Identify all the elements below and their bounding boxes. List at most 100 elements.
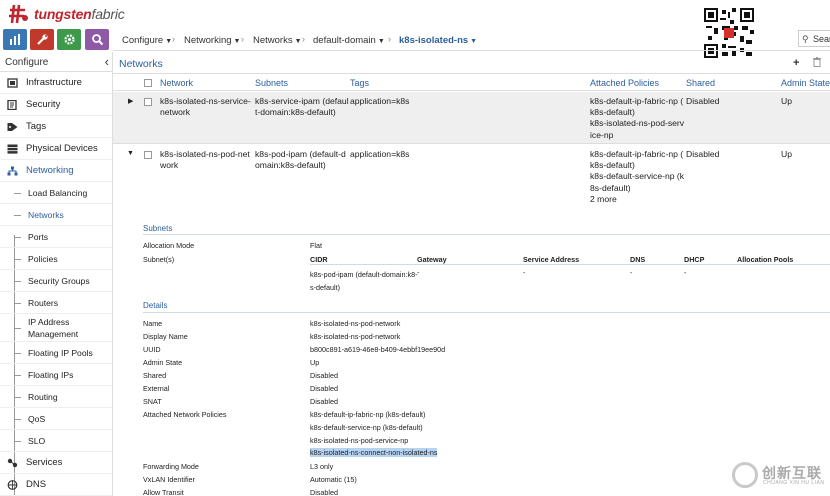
breadcrumb-separator: › bbox=[241, 34, 244, 44]
sidebar-item-qos[interactable]: QoS bbox=[0, 408, 112, 430]
cell-shared: Disabled bbox=[686, 96, 720, 106]
delete-trash-icon[interactable] bbox=[813, 57, 821, 67]
field-value: k8s-isolated-ns-pod-network bbox=[310, 319, 401, 328]
sidebar-item-tags[interactable]: Tags bbox=[0, 116, 112, 138]
expand-row-icon[interactable]: ▶ bbox=[128, 97, 133, 105]
sidebar-item-dns[interactable]: DNS bbox=[0, 474, 112, 496]
row-checkbox[interactable] bbox=[144, 151, 152, 159]
add-network-icon[interactable]: + bbox=[793, 57, 799, 69]
column-header-admin-state[interactable]: Admin State bbox=[781, 78, 830, 88]
subnet-cidr-value: k8s-pod-ipam (default-domain:k8- s-defaul… bbox=[310, 270, 418, 292]
column-header-subnets[interactable]: Subnets bbox=[255, 78, 288, 88]
column-header-attached-policies[interactable]: Attached Policies bbox=[590, 78, 659, 88]
sidebar-item-security-groups[interactable]: Security Groups bbox=[0, 270, 112, 292]
wrench-icon bbox=[36, 34, 48, 45]
tungstenfabric-logo-icon[interactable] bbox=[8, 3, 30, 25]
field-label: SNAT bbox=[143, 397, 162, 406]
attached-policy-item: k8s-isolated-ns-pod-service-np bbox=[310, 436, 409, 445]
subnet-col-cidr: CIDR bbox=[310, 255, 328, 264]
brand-logo-text[interactable]: tungstenfabric bbox=[34, 6, 125, 22]
column-header-shared[interactable]: Shared bbox=[686, 78, 715, 88]
cell-network: k8s-isolated-ns-service-network bbox=[160, 96, 251, 118]
subnet-gateway-value: - bbox=[417, 268, 420, 277]
attached-policies-label: Attached Network Policies bbox=[143, 410, 227, 419]
configure-module-button[interactable] bbox=[30, 29, 54, 50]
sidebar-item-services[interactable]: Services bbox=[0, 452, 112, 474]
chevron-down-icon: ▼ bbox=[470, 38, 478, 45]
table-row[interactable]: ▼ k8s-isolated-ns-pod-net work k8s-pod-ip… bbox=[113, 145, 830, 211]
select-all-checkbox[interactable] bbox=[144, 79, 152, 87]
monitor-module-button[interactable] bbox=[3, 29, 27, 50]
search-input[interactable]: ⚲Sear bbox=[798, 30, 830, 47]
column-header-tags[interactable]: Tags bbox=[350, 78, 369, 88]
field-label: Display Name bbox=[143, 332, 188, 341]
chevron-down-icon: ▼ bbox=[233, 38, 241, 45]
sidebar-item-routers[interactable]: Routers bbox=[0, 292, 112, 314]
sidebar-item-floating-ip-pools[interactable]: Floating IP Pools bbox=[0, 342, 112, 364]
subnets-label: Subnet(s) bbox=[143, 255, 175, 264]
sidebar: Configure ‹ Infrastructure Security Tags… bbox=[0, 52, 113, 496]
field-value: Automatic (15) bbox=[310, 475, 357, 484]
breadcrumb-separator: › bbox=[302, 34, 305, 44]
field-value: k8s-isolated-ns-pod-network bbox=[310, 332, 401, 341]
cell-admin-state: Up bbox=[781, 149, 792, 159]
subnet-col-dhcp: DHCP bbox=[684, 255, 705, 264]
field-value: b800c891-a619-46e8-b409-4ebbf19ee90d bbox=[310, 345, 446, 354]
breadcrumb-separator: › bbox=[388, 34, 391, 44]
collapse-sidebar-icon[interactable]: ‹ bbox=[105, 54, 109, 69]
field-label: VxLAN Identifier bbox=[143, 475, 195, 484]
breadcrumb-configure[interactable]: Configure ▼ bbox=[122, 35, 172, 46]
breadcrumb-separator: › bbox=[172, 34, 175, 44]
cell-attached-policies: k8s-default-ip-fabric-np (k8s-default) k… bbox=[590, 96, 685, 140]
breadcrumb-networking[interactable]: Networking ▼ bbox=[184, 35, 240, 46]
sidebar-item-physical-devices[interactable]: Physical Devices bbox=[0, 138, 112, 160]
sidebar-item-policies[interactable]: Policies bbox=[0, 248, 112, 270]
page-title: Networks bbox=[119, 58, 163, 70]
allocation-mode-value: Flat bbox=[310, 241, 322, 250]
field-value: Disabled bbox=[310, 488, 338, 496]
search-icon bbox=[91, 34, 103, 46]
main-content: Networks + Network Subnets Tags Attached… bbox=[113, 52, 830, 496]
field-label: External bbox=[143, 384, 170, 393]
breadcrumb-domain[interactable]: default-domain ▼ bbox=[313, 35, 385, 46]
breadcrumb-project[interactable]: k8s-isolated-ns ▼ bbox=[399, 35, 477, 46]
cell-network: k8s-isolated-ns-pod-net work bbox=[160, 149, 250, 171]
sidebar-title: Configure bbox=[5, 57, 49, 68]
attached-policy-item: k8s-default-ip-fabric-np (k8s-default) bbox=[310, 410, 426, 419]
sidebar-item-slo[interactable]: SLO bbox=[0, 430, 112, 452]
sidebar-item-floating-ips[interactable]: Floating IPs bbox=[0, 364, 112, 386]
sidebar-item-routing[interactable]: Routing bbox=[0, 386, 112, 408]
top-bar: tungstenfabric bbox=[0, 0, 830, 58]
field-value: Disabled bbox=[310, 371, 338, 380]
module-switcher bbox=[0, 29, 113, 50]
sidebar-item-security[interactable]: Security bbox=[0, 94, 112, 116]
breadcrumb: Configure ▼ › Networking ▼ › Networks ▼ › d… bbox=[113, 29, 830, 51]
sidebar-item-networks[interactable]: Networks bbox=[0, 204, 112, 226]
security-icon bbox=[7, 100, 17, 110]
field-label: Allow Transit bbox=[143, 488, 184, 496]
chevron-down-icon: ▼ bbox=[294, 38, 302, 45]
cell-admin-state: Up bbox=[781, 96, 792, 106]
attached-policy-item: k8s-default-service-np (k8s-default) bbox=[310, 423, 423, 432]
more-policies-link[interactable]: 2 more bbox=[590, 194, 686, 205]
sidebar-item-infrastructure[interactable]: Infrastructure bbox=[0, 72, 112, 94]
settings-module-button[interactable] bbox=[57, 29, 81, 50]
table-row[interactable]: ▶ k8s-isolated-ns-service-network k8s-se… bbox=[113, 92, 830, 144]
sidebar-header: Configure ‹ bbox=[0, 52, 112, 72]
sidebar-item-ip-address-management[interactable]: IP Address Management bbox=[0, 314, 112, 342]
attached-policy-item-selected: k8s-isolated-ns-connect-non-isolated-ns bbox=[310, 448, 438, 457]
column-header-network[interactable]: Network bbox=[160, 78, 193, 88]
subnet-dhcp-value: - bbox=[684, 268, 687, 277]
subnet-service-value: - bbox=[523, 268, 526, 277]
watermark-icon bbox=[732, 462, 758, 488]
networks-table-header: Network Subnets Tags Attached Policies S… bbox=[113, 75, 830, 91]
cell-subnets: k8s-service-ipam (defaul t-domain:k8s-def… bbox=[255, 96, 349, 118]
chevron-down-icon: ▼ bbox=[377, 38, 385, 45]
row-checkbox[interactable] bbox=[144, 98, 152, 106]
collapse-row-icon[interactable]: ▼ bbox=[127, 150, 134, 157]
sidebar-item-ports[interactable]: Ports bbox=[0, 226, 112, 248]
sidebar-item-networking[interactable]: Networking bbox=[0, 160, 112, 182]
breadcrumb-networks[interactable]: Networks ▼ bbox=[253, 35, 302, 46]
query-module-button[interactable] bbox=[85, 29, 109, 50]
sidebar-item-load-balancing[interactable]: Load Balancing bbox=[0, 182, 112, 204]
